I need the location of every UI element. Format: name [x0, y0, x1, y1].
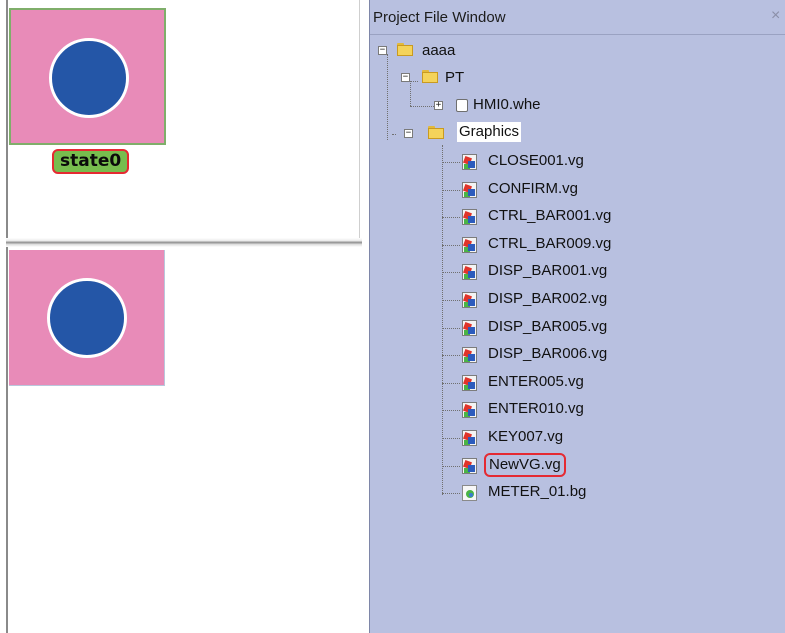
vector-graphic-icon: [462, 181, 477, 198]
tree-item-label: DISP_BAR002.vg: [488, 290, 608, 307]
tree-item-file[interactable]: NewVG.vg: [370, 452, 670, 478]
tree-item-file[interactable]: CONFIRM.vg: [370, 178, 670, 202]
tree-item-label: DISP_BAR005.vg: [488, 317, 608, 335]
tree-item-label: KEY007.vg: [488, 428, 564, 445]
tree-connector: [442, 244, 460, 246]
tree-item-file[interactable]: ENTER005.vg: [370, 371, 670, 395]
tree-item-label: DISP_BAR001.vg: [488, 262, 608, 280]
vector-graphic-icon: [462, 154, 477, 170]
tree-item-file[interactable]: KEY007.vg: [370, 426, 670, 450]
tree-item-label: CONFIRM.vg: [488, 179, 578, 197]
circle-shape[interactable]: [47, 278, 127, 358]
tree-item-hmi0[interactable]: + HMI0.whe: [370, 94, 590, 118]
open-folder-icon: [428, 126, 444, 139]
tree-connector: [442, 355, 460, 357]
collapse-icon[interactable]: −: [378, 46, 387, 55]
vector-graphic-icon: [462, 292, 477, 308]
tree-item-file[interactable]: ENTER010.vg: [370, 398, 670, 422]
collapse-icon[interactable]: −: [404, 129, 413, 138]
tree-item-file[interactable]: DISP_BAR005.vg: [370, 316, 670, 340]
tree-connector: [442, 327, 460, 329]
tree-connector: [442, 438, 460, 439]
tree-item-label: NewVG.vg: [484, 452, 566, 477]
tree-item-pt[interactable]: − PT: [370, 67, 490, 91]
tree-item-label: DISP_BAR006.vg: [488, 345, 608, 363]
tree-item-label: CLOSE001.vg: [488, 152, 584, 169]
tree-item-file[interactable]: CTRL_BAR009.vg: [370, 233, 670, 257]
folder-icon: [422, 70, 438, 83]
tree-connector: [442, 217, 460, 219]
tree-connector: [442, 410, 460, 412]
vector-graphic-icon: [462, 236, 477, 253]
tree-connector: [442, 272, 460, 274]
circle-shape[interactable]: [49, 38, 129, 118]
tree-connector: [442, 189, 460, 191]
vector-graphic-icon: [462, 209, 477, 226]
tree-item-label: PT: [445, 69, 465, 86]
tree-connector: [442, 493, 460, 495]
tree-item-file[interactable]: CTRL_BAR001.vg: [370, 205, 670, 229]
tree-item-file[interactable]: DISP_BAR001.vg: [370, 260, 670, 284]
vector-graphic-icon: [462, 457, 477, 474]
tree-item-label: aaaa: [422, 42, 456, 59]
tree-item-label: HMI0.whe: [473, 96, 541, 113]
expand-icon[interactable]: +: [434, 101, 443, 110]
graphics-editor: state0: [0, 0, 362, 633]
vector-graphic-icon: [462, 347, 477, 364]
tree-item-file[interactable]: METER_01.bg: [370, 481, 670, 505]
vector-graphic-icon: [462, 319, 477, 336]
vector-graphic-icon: [462, 264, 477, 281]
tree-item-file[interactable]: DISP_BAR006.vg: [370, 343, 670, 367]
project-file-window: Project File Window × − aaaa − PT + HMI0…: [369, 0, 785, 633]
tree-item-aaaa[interactable]: − aaaa: [370, 40, 490, 64]
folder-icon: [397, 43, 413, 56]
tree-connector: [442, 465, 460, 467]
vg-preview[interactable]: [9, 250, 165, 386]
tree-item-label: CTRL_BAR009.vg: [488, 234, 612, 252]
vector-graphic-icon: [462, 374, 477, 391]
tree-connector: [410, 106, 434, 107]
project-tree: − aaaa − PT + HMI0.whe − Graphics CLOSE0…: [370, 35, 785, 633]
project-file-window-header: Project File Window ×: [370, 0, 785, 35]
tree-item-label: CTRL_BAR001.vg: [488, 207, 612, 225]
project-file-window-title: Project File Window: [373, 9, 506, 26]
vector-graphic-icon: [462, 430, 477, 446]
tree-item-graphics[interactable]: − Graphics: [370, 121, 570, 145]
state-label[interactable]: state0: [52, 149, 130, 174]
tree-connector: [442, 300, 460, 301]
tree-item-label: METER_01.bg: [488, 483, 587, 501]
tree-item-label: ENTER005.vg: [488, 372, 584, 390]
bitmap-graphic-icon: [462, 485, 477, 502]
close-icon[interactable]: ×: [771, 7, 785, 25]
editor-splitter[interactable]: [6, 238, 362, 247]
vg-preview-selected[interactable]: [9, 8, 166, 145]
screen-file-icon: [456, 99, 468, 112]
tree-item-label: ENTER010.vg: [488, 400, 584, 418]
collapse-icon[interactable]: −: [401, 73, 410, 82]
vector-graphic-icon: [462, 402, 477, 419]
tree-item-file[interactable]: DISP_BAR002.vg: [370, 288, 670, 312]
tree-item-label: Graphics: [457, 122, 522, 142]
tree-connector: [442, 382, 460, 384]
tree-connector: [442, 162, 460, 163]
tree-item-file[interactable]: CLOSE001.vg: [370, 150, 670, 174]
